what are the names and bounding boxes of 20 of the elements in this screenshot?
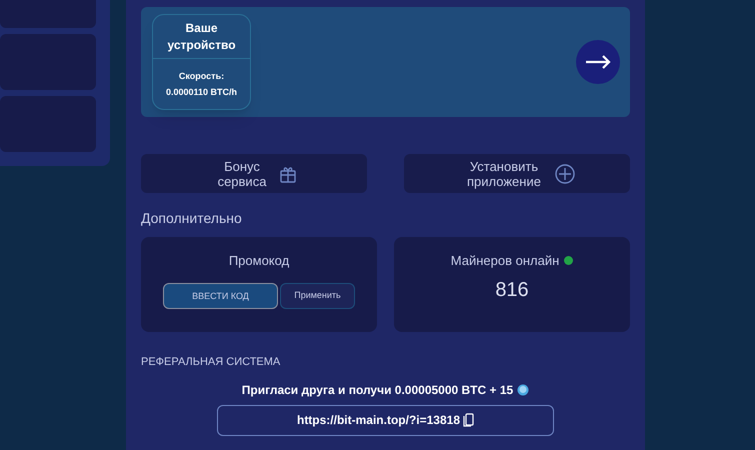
arrow-right-icon bbox=[585, 55, 611, 69]
promo-input-field[interactable]: ВВЕСТИ КОД bbox=[163, 282, 278, 308]
miners-count: 816 bbox=[495, 278, 529, 302]
speed-label: Скорость: bbox=[178, 70, 224, 83]
promo-title: Промокод bbox=[228, 252, 290, 270]
section-heading: Дополнительно bbox=[141, 209, 243, 228]
referral-text: Пригласи друга и получи 0.00005000 BTC + 15 bbox=[242, 382, 514, 398]
action-button[interactable]: Установить приложение bbox=[404, 154, 630, 193]
coin-icon bbox=[517, 384, 530, 396]
plus-circle-icon bbox=[555, 164, 575, 184]
apply-button[interactable]: Применить bbox=[280, 282, 355, 308]
gift-icon bbox=[279, 164, 297, 182]
speed-value: 0.0000110 BTC/h bbox=[166, 86, 238, 99]
referral-heading: РЕФЕРАЛЬНАЯ СИСТЕМА bbox=[141, 355, 282, 370]
miners-title: Майнеров онлайн bbox=[450, 252, 560, 270]
referral-link-field[interactable]: https://bit-main.top/?i=13818 bbox=[217, 404, 554, 436]
next-button[interactable] bbox=[576, 40, 620, 84]
copy-icon bbox=[463, 413, 474, 427]
action-button[interactable]: Бонус сервиса bbox=[141, 154, 367, 193]
device-title: Ваше устройство bbox=[166, 20, 236, 54]
